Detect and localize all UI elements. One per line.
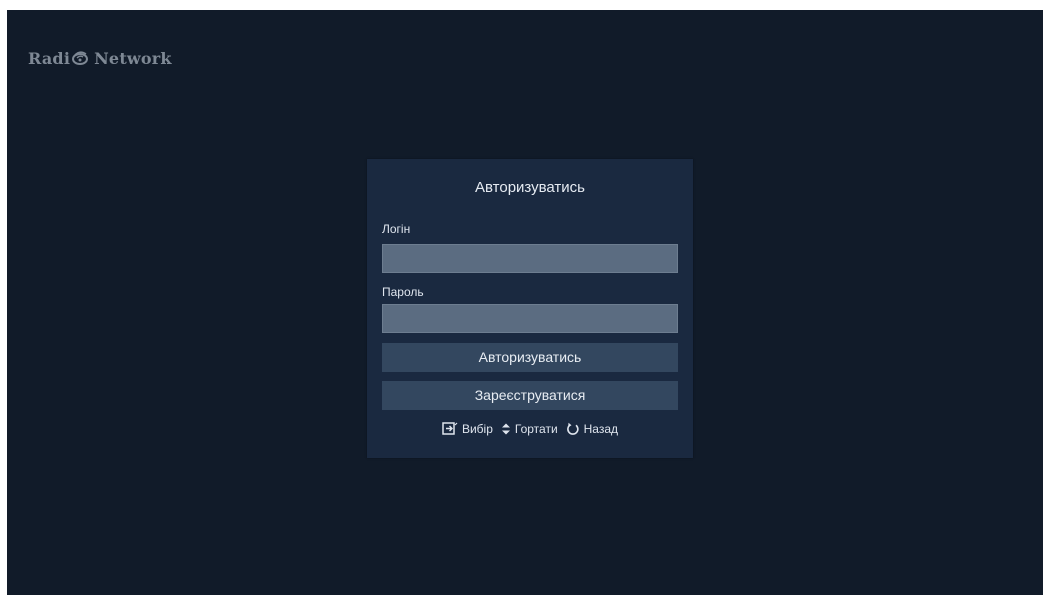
login-input[interactable] [382,244,678,273]
back-arrow-icon [566,422,579,435]
radio-network-logo: Radi Network [28,46,172,70]
tv-screen: Radi Network Авторизуватись Логін Пароль… [7,10,1043,595]
login-panel: Авторизуватись Логін Пароль Авторизувати… [367,159,693,458]
logo-word-network: Network [94,48,172,68]
satellite-dish-icon [72,51,89,65]
hint-select-label: Вибір [461,422,493,436]
remote-hints: Вибір Гортати Назад [367,422,693,436]
hint-select: Вибір [442,422,493,436]
hint-back-label: Назад [583,422,619,436]
up-down-arrows-icon [501,423,510,435]
hint-scroll-label: Гортати [514,422,558,436]
password-input[interactable] [382,304,678,333]
hint-back: Назад [566,422,618,436]
register-button[interactable]: Зареєструватися [382,381,678,410]
panel-title: Авторизуватись [475,179,585,196]
logo-word-radi: Radi [28,48,71,68]
select-icon [442,422,458,435]
hint-scroll: Гортати [501,422,558,436]
login-label: Логін [382,222,411,236]
login-button[interactable]: Авторизуватись [382,343,678,372]
password-label: Пароль [382,285,424,299]
